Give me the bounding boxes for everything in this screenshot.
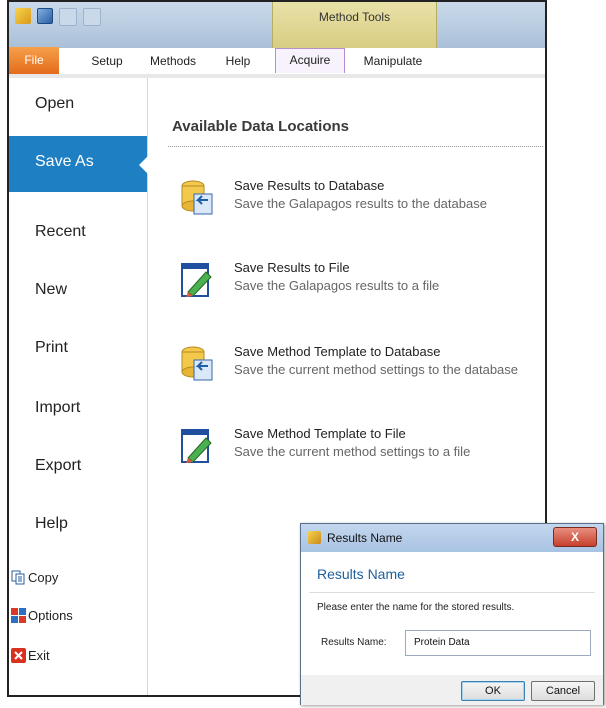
sidebar-item-new[interactable]: New (9, 264, 147, 320)
results-name-label: Results Name: (321, 637, 387, 648)
sidebar-item-exit[interactable]: Exit (11, 644, 50, 666)
close-button[interactable]: X (553, 527, 597, 547)
tab-help[interactable]: Help (221, 50, 255, 72)
app-icon (15, 8, 31, 24)
option-description: Save the Galapagos results to a file (234, 278, 440, 293)
option-description: Save the Galapagos results to the databa… (234, 196, 487, 211)
copy-icon (11, 570, 26, 585)
database-icon (181, 180, 213, 215)
tab-acquire[interactable]: Acquire (275, 48, 345, 73)
sidebar-item-label: Help (35, 515, 68, 532)
option-description: Save the current method settings to a fi… (234, 444, 471, 459)
undo-icon[interactable] (59, 8, 77, 26)
sidebar-item-recent[interactable]: Recent (9, 206, 147, 262)
option-title: Save Method Template to File (234, 426, 406, 441)
sidebar-item-save-as[interactable]: Save As (9, 136, 148, 192)
file-edit-icon (181, 263, 212, 297)
sidebar-item-options[interactable]: Options (11, 604, 73, 626)
option-save-template-database[interactable]: Save Method Template to Database Save th… (180, 342, 540, 392)
option-save-results-file[interactable]: Save Results to File Save the Galapagos … (180, 258, 540, 308)
results-name-dialog: Results Name X Results Name Please enter… (300, 523, 604, 705)
dialog-heading: Results Name (317, 566, 405, 582)
backstage-sidebar: Open Save As Recent New Print Import Exp… (9, 78, 148, 695)
sidebar-item-import[interactable]: Import (9, 382, 147, 438)
database-icon (181, 346, 213, 381)
sidebar-item-label: Open (35, 95, 75, 112)
sidebar-item-label: Import (35, 399, 81, 416)
tab-file[interactable]: File (9, 47, 59, 74)
option-title: Save Results to File (234, 260, 350, 275)
selection-arrow (139, 156, 148, 174)
cancel-button[interactable]: Cancel (531, 681, 595, 701)
redo-icon[interactable] (83, 8, 101, 26)
sidebar-item-label: Print (35, 339, 68, 356)
dialog-body: Results Name Please enter the name for t… (301, 552, 603, 675)
option-title: Save Results to Database (234, 178, 385, 193)
sidebar-item-label: New (35, 281, 68, 298)
contextual-tab-group: Method Tools (272, 2, 437, 48)
ok-button[interactable]: OK (461, 681, 525, 701)
sidebar-item-label: Exit (28, 647, 50, 663)
tab-methods[interactable]: Methods (145, 50, 201, 72)
sidebar-item-open[interactable]: Open (9, 78, 147, 134)
dialog-prompt: Please enter the name for the stored res… (317, 602, 515, 613)
sidebar-item-label: Options (28, 607, 73, 623)
sidebar-item-label: Export (35, 457, 82, 474)
contextual-group-label: Method Tools (318, 10, 391, 24)
file-edit-icon (181, 429, 212, 463)
option-description: Save the current method settings to the … (234, 362, 519, 377)
app-icon (308, 531, 321, 544)
sidebar-item-label: Copy (28, 569, 59, 585)
option-save-results-database[interactable]: Save Results to Database Save the Galapa… (180, 176, 540, 226)
save-icon[interactable] (37, 8, 53, 24)
tab-manipulate[interactable]: Manipulate (355, 50, 431, 72)
dialog-title: Results Name (327, 531, 403, 545)
sidebar-item-copy[interactable]: Copy (11, 566, 58, 588)
sidebar-item-export[interactable]: Export (9, 440, 147, 496)
options-icon (11, 607, 26, 623)
quick-access-toolbar (15, 8, 101, 26)
exit-icon (11, 647, 26, 663)
page-title: Available Data Locations (172, 118, 349, 135)
dialog-divider (309, 592, 595, 593)
sidebar-item-print[interactable]: Print (9, 322, 147, 378)
option-save-template-file[interactable]: Save Method Template to File Save the cu… (180, 424, 540, 474)
option-title: Save Method Template to Database (234, 344, 441, 359)
sidebar-item-help[interactable]: Help (9, 498, 147, 554)
dialog-footer: OK Cancel (301, 675, 603, 705)
dialog-title-bar[interactable]: Results Name X (301, 524, 603, 552)
sidebar-item-label: Recent (35, 223, 86, 240)
header-divider (168, 146, 543, 147)
sidebar-item-label: Save As (35, 153, 94, 170)
tab-setup[interactable]: Setup (85, 50, 129, 72)
results-name-input[interactable]: Protein Data (405, 630, 591, 656)
title-bar: Method Tools (9, 2, 545, 48)
